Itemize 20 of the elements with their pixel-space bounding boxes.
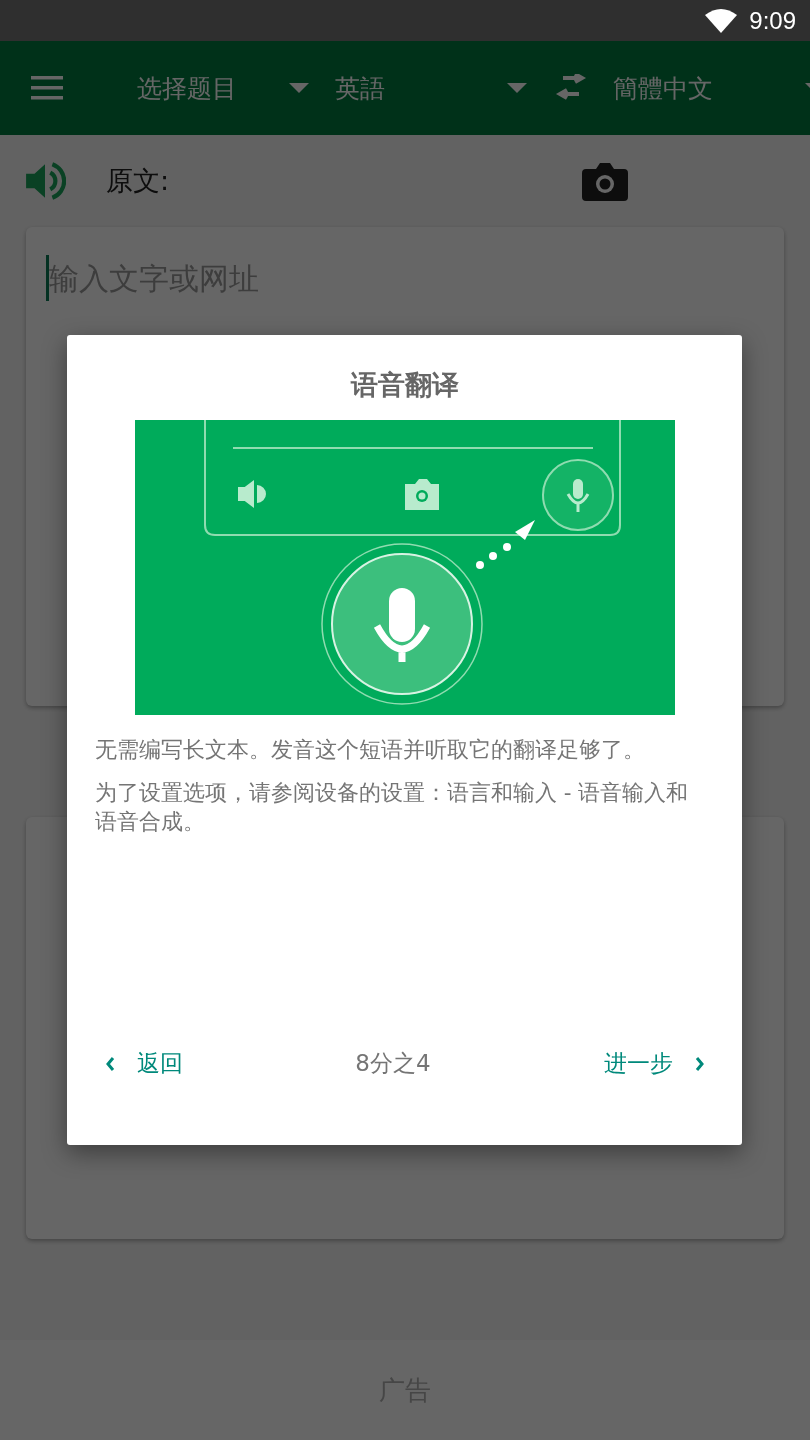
- dialog-paragraph: 为了设置选项，请参阅设备的设置：语言和输入 - 语音输入和语音合成。: [95, 779, 690, 836]
- topic-dropdown[interactable]: 选择题目: [137, 71, 309, 105]
- dialog-title: 语音翻译: [350, 368, 459, 402]
- menu-icon[interactable]: [31, 76, 63, 100]
- dialog-paragraph: 无需编写长文本。发音这个短语并听取它的翻译足够了。: [95, 736, 646, 764]
- caret-icon: [507, 83, 527, 93]
- target-language-dropdown[interactable]: 簡體中文: [613, 71, 810, 105]
- page-counter: 8分之4: [355, 1049, 431, 1078]
- camera-icon[interactable]: [582, 161, 628, 201]
- chevron-left-icon: [104, 1055, 115, 1072]
- back-button[interactable]: 返回: [104, 1044, 183, 1083]
- caret-icon: [289, 83, 309, 93]
- speaker-icon[interactable]: [24, 160, 66, 202]
- swap-icon[interactable]: [555, 74, 587, 102]
- wifi-icon: [705, 8, 738, 33]
- next-button[interactable]: 进一步: [603, 1044, 705, 1083]
- source-language-dropdown[interactable]: 英語: [335, 71, 527, 105]
- chevron-right-icon: [694, 1055, 705, 1072]
- source-label: 原文:: [106, 164, 171, 198]
- clock: 9:09: [749, 6, 796, 35]
